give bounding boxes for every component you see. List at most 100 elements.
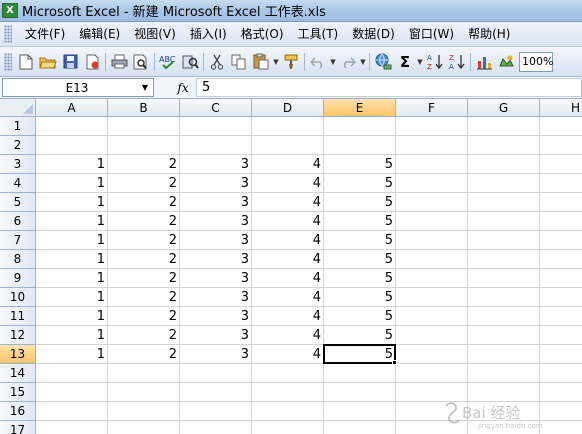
cell-f5[interactable] (396, 193, 468, 212)
excel-app-icon[interactable]: X (2, 3, 18, 18)
cell-a8[interactable]: 1 (36, 250, 108, 269)
cell-d16[interactable] (252, 402, 324, 421)
fill-handle[interactable] (392, 360, 397, 365)
cell-e11[interactable]: 5 (324, 307, 396, 326)
cell-b12[interactable]: 2 (108, 326, 180, 345)
cell-e6[interactable]: 5 (324, 212, 396, 231)
copy-icon[interactable] (228, 51, 250, 73)
cell-e7[interactable]: 5 (324, 231, 396, 250)
cell-e13[interactable]: 5 (324, 345, 396, 364)
cell-a12[interactable]: 1 (36, 326, 108, 345)
sort-descending-icon[interactable]: ZA (446, 51, 468, 73)
cell-f12[interactable] (396, 326, 468, 345)
cell-b2[interactable] (108, 136, 180, 155)
undo-dropdown[interactable]: ▼ (329, 51, 337, 73)
cell-d14[interactable] (252, 364, 324, 383)
cell-g2[interactable] (468, 136, 540, 155)
cell-f6[interactable] (396, 212, 468, 231)
cell-c4[interactable]: 3 (180, 174, 252, 193)
cell-c6[interactable]: 3 (180, 212, 252, 231)
cell-b14[interactable] (108, 364, 180, 383)
spelling-icon[interactable]: ABC (157, 51, 179, 73)
cell-d12[interactable]: 4 (252, 326, 324, 345)
cell-h11[interactable] (540, 307, 582, 326)
row-header-4[interactable]: 4 (0, 174, 36, 193)
cell-b4[interactable]: 2 (108, 174, 180, 193)
menu-data[interactable]: 数据(D) (345, 24, 402, 44)
chart-wizard-icon[interactable] (473, 51, 495, 73)
column-header-c[interactable]: C (180, 99, 252, 117)
cell-e12[interactable]: 5 (324, 326, 396, 345)
cell-h3[interactable] (540, 155, 582, 174)
cell-d2[interactable] (252, 136, 324, 155)
cell-h14[interactable] (540, 364, 582, 383)
column-header-a[interactable]: A (36, 99, 108, 117)
cell-f11[interactable] (396, 307, 468, 326)
cell-g5[interactable] (468, 193, 540, 212)
open-icon[interactable] (37, 51, 59, 73)
menu-tools[interactable]: 工具(T) (291, 24, 346, 44)
menu-file[interactable]: 文件(F) (18, 24, 72, 44)
cell-g4[interactable] (468, 174, 540, 193)
cell-e14[interactable] (324, 364, 396, 383)
cell-a9[interactable]: 1 (36, 269, 108, 288)
cell-b16[interactable] (108, 402, 180, 421)
cell-b1[interactable] (108, 117, 180, 136)
cell-c17[interactable] (180, 421, 252, 434)
row-header-14[interactable]: 14 (0, 364, 36, 383)
cut-icon[interactable] (206, 51, 228, 73)
cell-h9[interactable] (540, 269, 582, 288)
format-painter-icon[interactable] (280, 51, 302, 73)
cell-d8[interactable]: 4 (252, 250, 324, 269)
cell-a6[interactable]: 1 (36, 212, 108, 231)
cell-a5[interactable]: 1 (36, 193, 108, 212)
cell-b7[interactable]: 2 (108, 231, 180, 250)
cell-f9[interactable] (396, 269, 468, 288)
cell-c7[interactable]: 3 (180, 231, 252, 250)
cell-a4[interactable]: 1 (36, 174, 108, 193)
cell-f14[interactable] (396, 364, 468, 383)
cell-h12[interactable] (540, 326, 582, 345)
cell-g1[interactable] (468, 117, 540, 136)
cell-h6[interactable] (540, 212, 582, 231)
cell-d11[interactable]: 4 (252, 307, 324, 326)
cell-c10[interactable]: 3 (180, 288, 252, 307)
row-header-6[interactable]: 6 (0, 212, 36, 231)
cell-f2[interactable] (396, 136, 468, 155)
cell-a10[interactable]: 1 (36, 288, 108, 307)
cell-a3[interactable]: 1 (36, 155, 108, 174)
menu-edit[interactable]: 编辑(E) (72, 24, 127, 44)
cell-g9[interactable] (468, 269, 540, 288)
column-header-e[interactable]: E (324, 99, 396, 117)
cell-b10[interactable]: 2 (108, 288, 180, 307)
cell-a11[interactable]: 1 (36, 307, 108, 326)
cell-c5[interactable]: 3 (180, 193, 252, 212)
row-header-8[interactable]: 8 (0, 250, 36, 269)
cell-d3[interactable]: 4 (252, 155, 324, 174)
autosum-dropdown[interactable]: ▼ (416, 51, 424, 73)
cell-g14[interactable] (468, 364, 540, 383)
permission-icon[interactable] (81, 51, 103, 73)
cell-h5[interactable] (540, 193, 582, 212)
row-header-2[interactable]: 2 (0, 136, 36, 155)
cell-f8[interactable] (396, 250, 468, 269)
cell-h13[interactable] (540, 345, 582, 364)
cell-f7[interactable] (396, 231, 468, 250)
print-icon[interactable] (108, 51, 130, 73)
cell-c14[interactable] (180, 364, 252, 383)
cell-e3[interactable]: 5 (324, 155, 396, 174)
toolbar-grip-handle[interactable] (4, 52, 12, 71)
cell-c12[interactable]: 3 (180, 326, 252, 345)
row-header-1[interactable]: 1 (0, 117, 36, 136)
zoom-dropdown[interactable]: 100% (519, 51, 553, 72)
cell-d5[interactable]: 4 (252, 193, 324, 212)
cell-g6[interactable] (468, 212, 540, 231)
cell-b6[interactable]: 2 (108, 212, 180, 231)
cell-d13[interactable]: 4 (252, 345, 324, 364)
paste-icon[interactable] (250, 51, 272, 73)
cell-a15[interactable] (36, 383, 108, 402)
cell-c9[interactable]: 3 (180, 269, 252, 288)
cell-b9[interactable]: 2 (108, 269, 180, 288)
cell-d7[interactable]: 4 (252, 231, 324, 250)
cell-a17[interactable] (36, 421, 108, 434)
